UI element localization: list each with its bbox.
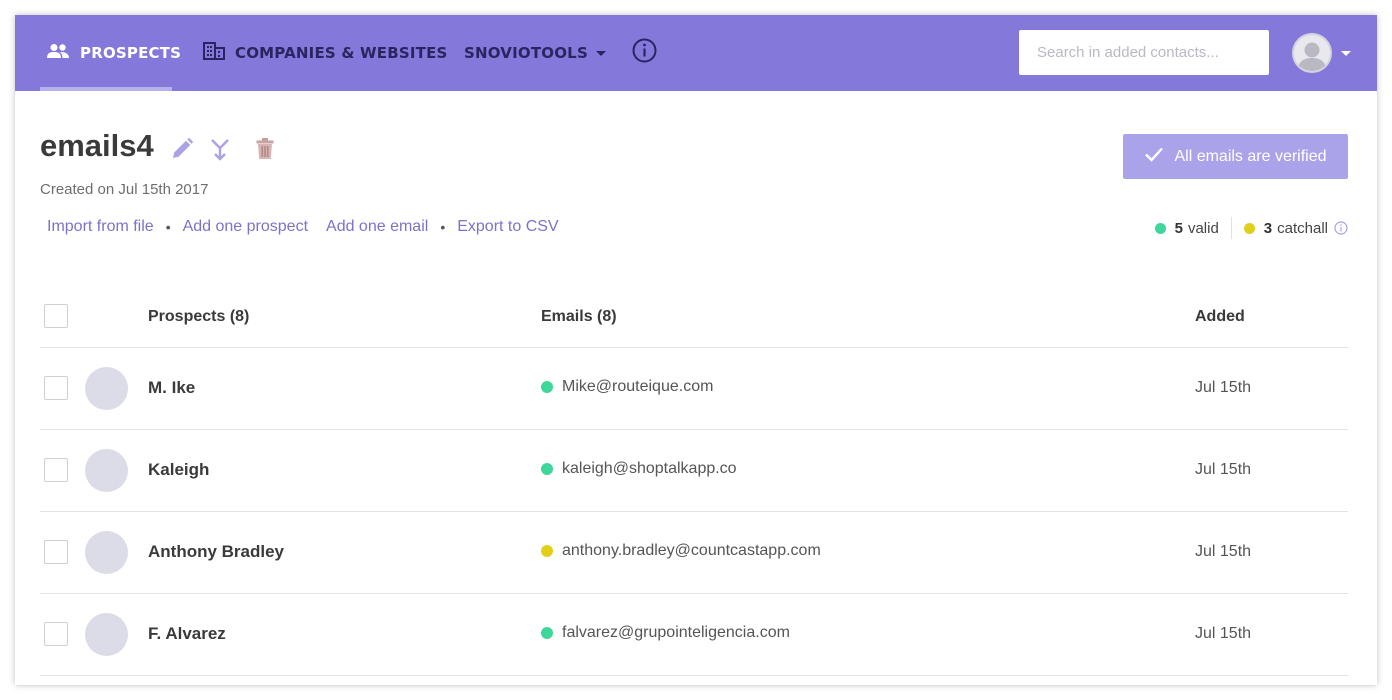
avatar <box>85 449 128 492</box>
prospect-email: kaleigh@shoptalkapp.co <box>562 460 737 477</box>
prospect-name[interactable]: Anthony Bradley <box>148 542 284 562</box>
avatar <box>85 367 128 410</box>
list-title: emails4 <box>40 128 154 163</box>
table-row[interactable]: F. Alvarez falvarez@grupointeligencia.co… <box>40 594 1348 676</box>
valid-status-icon <box>541 381 553 393</box>
prospect-name[interactable]: F. Alvarez <box>148 624 226 644</box>
trash-icon[interactable] <box>255 137 275 165</box>
nav-prospects-label: PROSPECTS <box>80 44 182 62</box>
pencil-icon[interactable] <box>170 137 194 165</box>
catchall-status-icon <box>541 545 553 557</box>
prospect-name[interactable]: Kaleigh <box>148 460 209 480</box>
catchall-dot-icon <box>1243 222 1255 234</box>
email-cell: anthony.bradley@countcastapp.com <box>541 542 821 560</box>
top-nav: PROSPECTS COMPANIES & WEBSITES SNOVIOTOO… <box>15 15 1377 91</box>
people-icon <box>46 43 70 63</box>
add-one-prospect-link[interactable]: Add one prospect <box>183 218 308 236</box>
catchall-stat: 3 catchall <box>1243 219 1348 237</box>
add-one-email-link[interactable]: Add one email <box>326 218 428 236</box>
added-date: Jul 15th <box>1195 543 1252 560</box>
select-all-checkbox[interactable] <box>44 304 68 328</box>
separator-dot: • <box>440 219 446 235</box>
info-icon[interactable] <box>1334 221 1348 235</box>
catchall-count: 3 <box>1263 219 1273 237</box>
row-checkbox[interactable] <box>44 540 68 564</box>
nav-snoviotools-dropdown[interactable]: SNOVIOTOOLS <box>464 15 606 91</box>
app-window: PROSPECTS COMPANIES & WEBSITES SNOVIOTOO… <box>15 15 1377 685</box>
search-input[interactable] <box>1019 30 1269 75</box>
row-checkbox[interactable] <box>44 458 68 482</box>
nav-companies-label: COMPANIES & WEBSITES <box>235 44 448 62</box>
col-prospects-header[interactable]: Prospects (8) <box>148 308 249 326</box>
col-emails-header[interactable]: Emails (8) <box>541 308 617 326</box>
chevron-down-icon <box>1341 50 1351 56</box>
avatar <box>85 531 128 574</box>
user-menu[interactable] <box>1292 33 1351 73</box>
catchall-label: catchall <box>1277 219 1328 237</box>
row-checkbox[interactable] <box>44 376 68 400</box>
valid-status-icon <box>541 627 553 639</box>
prospect-email: Mike@routeique.com <box>562 378 714 395</box>
separator-dot: • <box>165 219 171 235</box>
verification-stats: 5 valid 3 catchall <box>1154 217 1348 239</box>
export-to-csv-link[interactable]: Export to CSV <box>457 218 558 236</box>
prospect-email: anthony.bradley@countcastapp.com <box>562 542 821 559</box>
valid-status-icon <box>541 463 553 475</box>
email-cell: Mike@routeique.com <box>541 378 713 396</box>
nav-prospects[interactable]: PROSPECTS <box>40 15 181 91</box>
email-cell: falvarez@grupointeligencia.com <box>541 624 790 642</box>
nav-companies-websites[interactable]: COMPANIES & WEBSITES <box>203 15 448 91</box>
merge-icon[interactable] <box>209 137 231 165</box>
valid-dot-icon <box>1154 222 1166 234</box>
check-icon <box>1144 146 1164 167</box>
col-added-header[interactable]: Added <box>1195 308 1245 326</box>
table-row[interactable]: Anthony Bradley anthony.bradley@countcas… <box>40 512 1348 594</box>
prospect-email: falvarez@grupointeligencia.com <box>562 624 790 641</box>
valid-label: valid <box>1187 219 1219 237</box>
valid-count: 5 <box>1174 219 1183 237</box>
added-date: Jul 15th <box>1195 625 1252 642</box>
table-row[interactable]: M. Ike Mike@routeique.com Jul 15th <box>40 348 1348 430</box>
table-header: Prospects (8) Emails (8) Added <box>40 280 1348 348</box>
added-date: Jul 15th <box>1195 461 1252 478</box>
building-icon <box>203 42 225 64</box>
nav-tools-label: SNOVIOTOOLS <box>464 44 588 62</box>
stat-divider <box>1230 217 1232 239</box>
verified-label: All emails are verified <box>1174 147 1327 165</box>
list-actions: Import from file • Add one prospect Add … <box>47 218 559 236</box>
row-checkbox[interactable] <box>44 622 68 646</box>
created-date: Created on Jul 15th 2017 <box>40 181 209 198</box>
chevron-down-icon <box>595 50 606 56</box>
avatar <box>85 613 128 656</box>
prospects-table: Prospects (8) Emails (8) Added M. Ike Mi… <box>40 280 1348 676</box>
prospect-name[interactable]: M. Ike <box>148 378 195 398</box>
table-row[interactable]: Kaleigh kaleigh@shoptalkapp.co Jul 15th <box>40 430 1348 512</box>
info-icon[interactable] <box>632 38 657 63</box>
user-avatar-icon <box>1292 33 1332 73</box>
added-date: Jul 15th <box>1195 379 1252 396</box>
email-cell: kaleigh@shoptalkapp.co <box>541 460 737 478</box>
import-from-file-link[interactable]: Import from file <box>47 218 154 236</box>
valid-stat: 5 valid <box>1154 219 1219 237</box>
all-emails-verified-button[interactable]: All emails are verified <box>1123 134 1348 179</box>
